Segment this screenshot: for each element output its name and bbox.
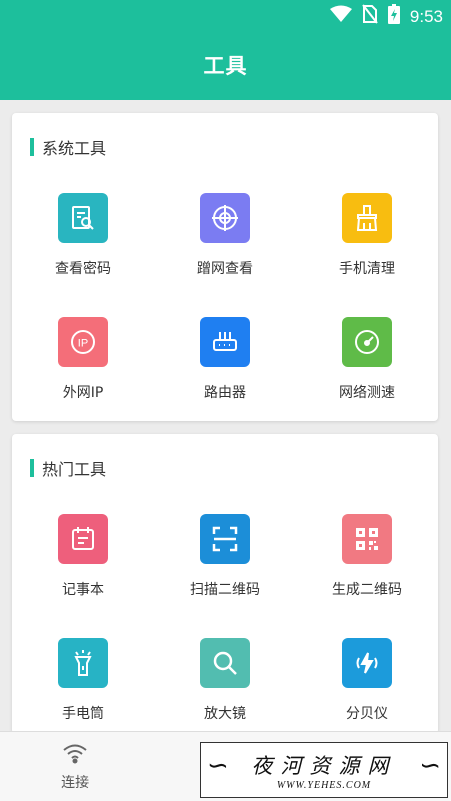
- tool-label: 手电筒: [62, 706, 104, 722]
- ip-icon: IP: [58, 317, 108, 367]
- svg-text:IP: IP: [78, 338, 88, 350]
- tool-label: 记事本: [62, 582, 104, 598]
- tool-notepad[interactable]: 记事本: [12, 514, 154, 638]
- status-time: 9:53: [409, 6, 443, 26]
- flashlight-icon: [58, 638, 108, 688]
- watermark-title: 夜河资源网: [251, 753, 397, 778]
- section-header: 热门工具: [30, 456, 106, 480]
- tool-scan-qr[interactable]: 扫描二维码: [154, 514, 296, 638]
- calendar-note-icon: [58, 514, 108, 564]
- section-title: 热门工具: [42, 460, 107, 479]
- section-accent-bar: [30, 459, 34, 477]
- wifi-icon: [329, 5, 352, 28]
- tool-label: 分贝仪: [346, 706, 388, 722]
- no-sim-icon: [362, 4, 378, 29]
- tool-speed-test[interactable]: 网络测速: [296, 317, 438, 441]
- tool-view-password[interactable]: 查看密码: [12, 193, 154, 317]
- tool-grid: 查看密码 蹭网查看 手机清理 IP 外网IP 路由器 网络测速: [12, 193, 438, 441]
- tool-phone-cleanup[interactable]: 手机清理: [296, 193, 438, 317]
- section-accent-bar: [30, 138, 34, 156]
- tool-grid: 记事本 扫描二维码 生成二维码 手电筒 放大镜 分贝仪: [12, 514, 438, 762]
- qr-code-icon: [342, 514, 392, 564]
- tool-label: 放大镜: [204, 706, 246, 722]
- status-bar: 9:53: [329, 4, 443, 29]
- system-tools-card: 系统工具 查看密码 蹭网查看 手机清理 IP 外网IP 路由器 网络测速: [12, 113, 438, 421]
- speedometer-icon: [342, 317, 392, 367]
- watermark-overlay: ∽ ∽ 夜河资源网 WWW.YEHES.COM: [200, 742, 448, 798]
- document-search-icon: [58, 193, 108, 243]
- tab-connect[interactable]: 连接: [0, 732, 150, 801]
- magnifier-icon: [200, 638, 250, 688]
- page-title: 工具: [203, 54, 248, 78]
- app-header: 9:53 工具: [0, 0, 451, 100]
- section-header: 系统工具: [30, 135, 106, 159]
- ornament-left: ∽: [207, 751, 229, 781]
- tool-wifi-leech-check[interactable]: 蹭网查看: [154, 193, 296, 317]
- target-icon: [200, 193, 250, 243]
- battery-charging-icon: [387, 4, 400, 29]
- wifi-icon: [62, 742, 88, 768]
- brush-icon: [342, 193, 392, 243]
- tool-label: 扫描二维码: [190, 582, 260, 598]
- tool-router[interactable]: 路由器: [154, 317, 296, 441]
- hot-tools-card: 热门工具 记事本 扫描二维码 生成二维码 手电筒 放大镜 分贝仪: [12, 434, 438, 734]
- decibel-icon: [342, 638, 392, 688]
- tool-label: 路由器: [204, 385, 246, 401]
- tool-label: 外网IP: [62, 385, 104, 401]
- scan-icon: [200, 514, 250, 564]
- tool-label: 蹭网查看: [197, 261, 253, 277]
- tab-label: 连接: [61, 775, 90, 791]
- tool-label: 网络测速: [339, 385, 395, 401]
- tool-label: 查看密码: [55, 261, 111, 277]
- watermark-url: WWW.YEHES.COM: [276, 779, 372, 791]
- tool-external-ip[interactable]: IP 外网IP: [12, 317, 154, 441]
- ornament-right: ∽: [419, 751, 441, 781]
- section-title: 系统工具: [42, 139, 107, 158]
- router-icon: [200, 317, 250, 367]
- tool-label: 生成二维码: [332, 582, 402, 598]
- tool-generate-qr[interactable]: 生成二维码: [296, 514, 438, 638]
- tool-label: 手机清理: [339, 261, 395, 277]
